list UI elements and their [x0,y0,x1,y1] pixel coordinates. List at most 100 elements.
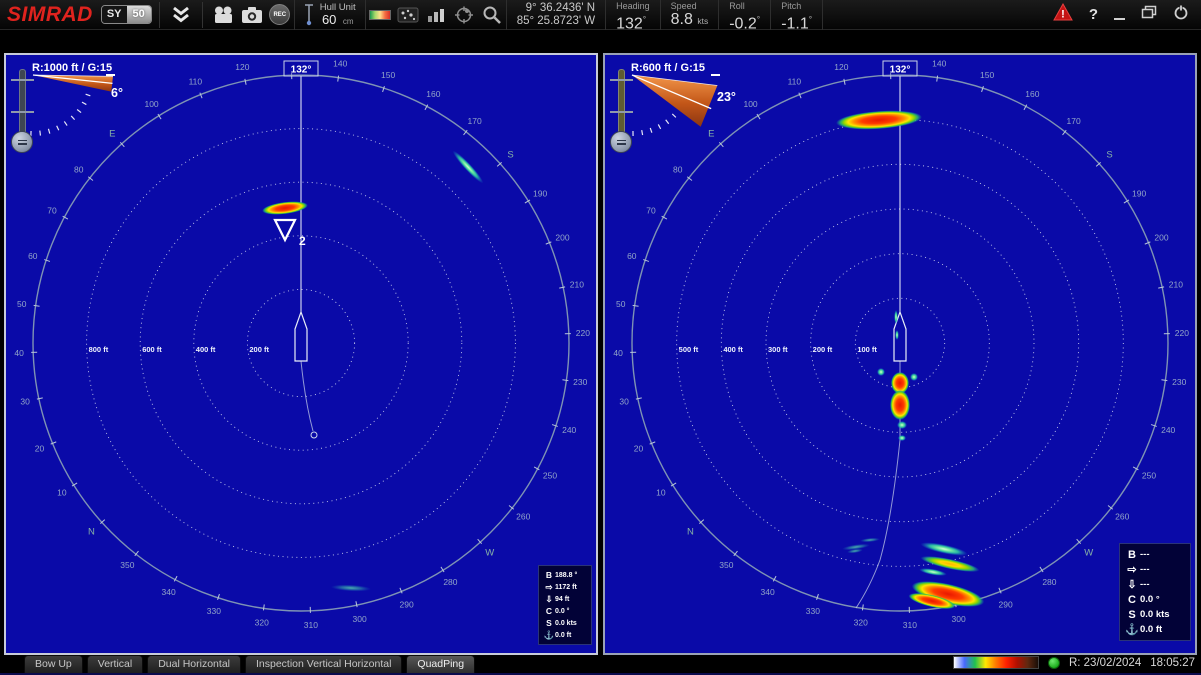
tilt-slider-handle[interactable] [610,131,632,153]
hull-unit-control[interactable]: Hull Unit 60 cm [294,0,366,30]
tilt-scale-tick [82,102,86,104]
histogram-button[interactable] [422,3,450,27]
tilt-scale-tick [64,121,67,125]
tilt-angle-label: 23° [717,90,736,104]
compass-label: 20 [35,444,45,454]
compass-tick [1158,287,1164,288]
roll-unit: ° [757,14,760,24]
tilt-angle-label: 6° [111,86,123,100]
tab-bow-up[interactable]: Bow Up [24,655,83,673]
compass-label: 290 [999,599,1013,609]
sonar-display-left[interactable]: 200 ft400 ft600 ft800 ftN102030405060708… [6,55,596,653]
window-restore-icon [1141,5,1157,19]
info-row-value: 1172 ft [555,584,587,591]
roll-value: -0.2 [729,15,757,32]
range-ring-label: 400 ft [196,345,216,354]
compass-label: 10 [57,487,67,497]
compass-label: 240 [562,425,576,435]
sonar-echo [895,330,899,340]
compass-label: 250 [543,470,557,480]
compass-label: 80 [673,164,683,174]
compass-tick [383,86,385,92]
info-row-value: 0.0 ft [1140,624,1186,635]
compass-label: W [485,548,494,559]
compass-label: 70 [646,206,656,216]
info-row-icon: ⇨ [543,582,555,593]
compass-label: 30 [619,397,629,407]
compass-label: 30 [20,397,30,407]
latitude-value: 9° 36.2436' N [517,2,595,15]
sonar-display-right[interactable]: 100 ft200 ft300 ft400 ft500 ftN102030405… [605,55,1195,653]
echo-dots-icon [397,7,419,23]
target-marker-label: 2 [299,234,306,248]
power-button[interactable] [1173,4,1189,25]
heading-unit: ° [643,14,646,24]
tilt-slider-handle[interactable] [11,131,33,153]
tilt-scale-tick [658,124,660,128]
compass-label: 150 [381,70,395,80]
range-ring-label: 300 ft [768,345,788,354]
compass-tick [37,398,43,399]
compass-tick [562,380,568,381]
compass-label: 10 [656,487,666,497]
pitch-value: -1.1 [781,15,809,32]
target-info-box: B---⇨---⇩---C0.0 °S0.0 kts⚓0.0 ft [1119,543,1191,641]
tab-inspection-vertical-horizontal[interactable]: Inspection Vertical Horizontal [245,655,402,673]
color-palette-button[interactable] [366,3,394,27]
sonar-echo [835,108,922,132]
tab-dual-horizontal[interactable]: Dual Horizontal [147,655,241,673]
compass-label: 230 [573,377,587,387]
compass-label: 330 [806,606,820,616]
tab-quadping[interactable]: QuadPing [406,655,475,673]
compass-label: 110 [788,77,802,87]
info-row: ⚓0.0 ft [1124,622,1186,637]
tilt-slider[interactable] [10,69,36,157]
sonar-panel-left: 200 ft400 ft600 ft800 ftN102030405060708… [4,53,598,655]
speed-value: 8.8 [671,11,693,28]
tab-vertical[interactable]: Vertical [87,655,143,673]
minimize-button[interactable] [1114,18,1125,20]
compass-tick [218,594,220,600]
alarm-warning-icon: ! [1053,3,1073,21]
compass-label: 60 [28,251,38,261]
sonar-echo [860,537,880,543]
tilt-scale-tick [57,126,59,131]
sonar-echo [894,310,898,324]
echo-display-button[interactable] [394,3,422,27]
info-row-value: --- [1140,579,1186,590]
compass-label: 330 [207,606,221,616]
video-record-button[interactable] [210,3,238,27]
screenshot-button[interactable] [238,3,266,27]
compass-label: 50 [616,299,626,309]
info-row-value: --- [1140,564,1186,575]
info-row-icon: ⚓ [543,630,555,641]
alarm-button[interactable]: ! [1053,3,1073,26]
tilt-slider[interactable] [609,69,635,157]
model-badge-50: 50 [127,6,151,23]
title-bar: SIMRAD SY 50 REC [0,0,1201,30]
recording-status-icon [1048,657,1060,669]
sonar-echo [331,584,371,592]
compass-label: 220 [1175,328,1189,338]
info-row-icon: ⚓ [1124,623,1140,636]
compass-label: 160 [1025,89,1039,99]
crosshair-target-icon [454,6,474,24]
compass-tick [844,79,845,85]
help-button[interactable]: ? [1089,6,1098,23]
compass-tick [338,76,339,82]
collapse-menu-button[interactable] [167,3,195,27]
target-tracking-button[interactable] [450,3,478,27]
zoom-button[interactable] [478,3,506,27]
divider [159,2,160,28]
info-row-icon: S [543,618,555,628]
compass-label: 60 [627,251,637,261]
echo-color-scale[interactable] [953,656,1039,669]
info-row: ⇨--- [1124,562,1186,577]
compass-label: 220 [576,328,590,338]
compass-tick [34,305,40,306]
rec-button[interactable]: REC [266,3,294,27]
compass-tick [559,287,565,288]
heading-label: Heading [616,1,650,11]
restore-button[interactable] [1141,5,1157,24]
compass-tick [817,594,819,600]
